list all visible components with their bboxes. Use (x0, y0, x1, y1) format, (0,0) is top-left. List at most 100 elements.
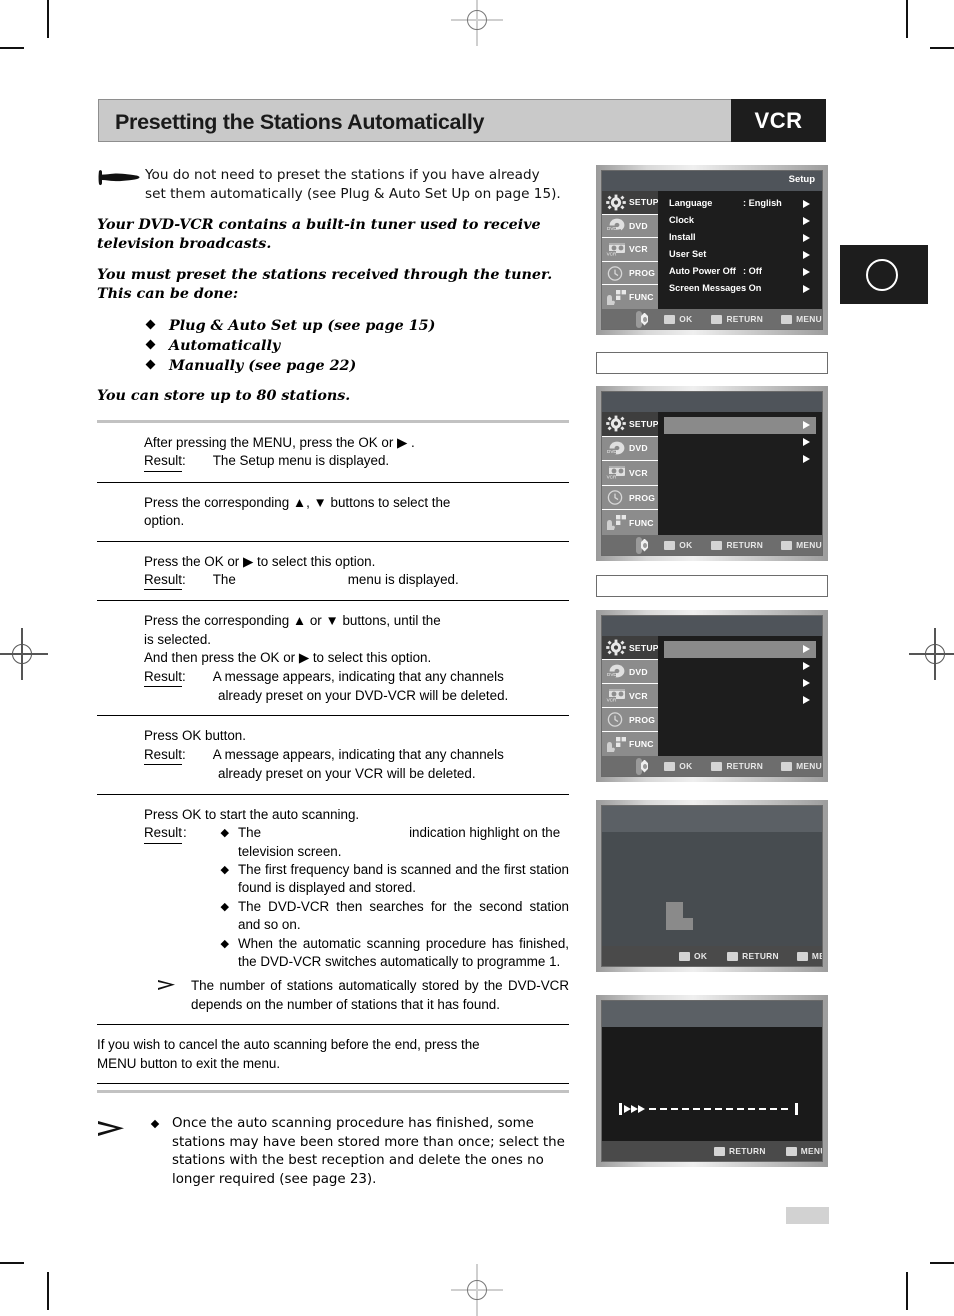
result-bullet: The first frequency band is scanned and … (218, 861, 569, 898)
osd-screen-auto-setup-menu: SETUP DVD DVD VCR VCR PROG FUNC OK RETUR… (596, 610, 828, 782)
sidebar-item-setup[interactable]: SETUP (602, 191, 658, 215)
result-text-post: menu is displayed. (347, 572, 459, 588)
clock-icon (605, 489, 627, 506)
footer-ok-label: OK (694, 951, 708, 961)
footer-ok[interactable]: OK (664, 314, 692, 324)
footer-menu-label: MENU (800, 1146, 822, 1156)
progress-dash (759, 1108, 766, 1111)
result-label: Result (144, 452, 182, 472)
footer-return[interactable]: RETURN (711, 314, 763, 324)
intro-paragraph-1: Your DVD-VCR contains a built-in tuner u… (97, 217, 541, 252)
footer-menu[interactable]: MENU (781, 761, 822, 771)
menu-row-language[interactable]: Language: English (664, 196, 816, 213)
osd-title-bar: Setup (602, 171, 822, 191)
menu-row-blank-4[interactable] (664, 692, 816, 709)
menu-row-blank-1[interactable] (664, 641, 816, 658)
result-label: Result (144, 824, 182, 844)
footer-menu[interactable]: MENU (796, 951, 822, 961)
result-bullet: The indication highlight on the (218, 824, 569, 842)
svg-text:VCR: VCR (607, 697, 617, 702)
redacted-message-block (666, 902, 693, 930)
sidebar-item-setup[interactable]: SETUP (602, 636, 658, 660)
menu-key-icon (781, 540, 793, 550)
footer-return[interactable]: RETURN (711, 761, 763, 771)
vcr-cassette-icon: VCR (605, 241, 627, 258)
progress-dash (660, 1108, 667, 1111)
sidebar-item-prog[interactable]: PROG (602, 486, 658, 511)
footer-ok-label: OK (679, 314, 693, 324)
menu-row-blank-2[interactable] (664, 658, 816, 675)
sidebar-item-vcr[interactable]: VCR VCR (602, 238, 658, 262)
footer-ok[interactable]: OK (664, 761, 692, 771)
step-line: And then press the OK or ▶ to select thi… (144, 650, 432, 666)
chevron-right-icon (803, 420, 810, 429)
osd-title-bar (602, 806, 822, 832)
osd-menu-body (658, 636, 822, 756)
sidebar-item-dvd[interactable]: DVD DVD (602, 660, 658, 684)
sidebar-item-func[interactable]: FUNC (602, 285, 658, 309)
menu-row-blank-2[interactable] (664, 434, 816, 451)
caption-box-1 (596, 352, 828, 374)
footer-return[interactable]: RETURN (714, 1146, 766, 1156)
sidebar-item-prog[interactable]: PROG (602, 262, 658, 286)
sidebar-item-label: VCR (629, 244, 648, 255)
menu-row-blank-3[interactable] (664, 451, 816, 468)
scan-progress-bar (619, 1103, 805, 1115)
registration-mark-bottom (451, 1264, 503, 1316)
menu-row-screen-messages[interactable]: Screen Messages: On (664, 281, 816, 298)
osd-progress-body (602, 1027, 822, 1141)
result-bullet: When the automatic scanning procedure ha… (218, 935, 569, 972)
footer-ok[interactable]: OK (679, 951, 707, 961)
sidebar-item-setup[interactable]: SETUP (602, 412, 658, 437)
step-line: If you wish to cancel the auto scanning … (97, 1037, 480, 1053)
progress-dash (704, 1108, 711, 1111)
sidebar-item-vcr[interactable]: VCR VCR (602, 684, 658, 708)
page-header: Presetting the Stations Automatically VC… (98, 99, 826, 142)
chevron-right-icon (803, 437, 810, 446)
step-row-1: After pressing the MENU, press the OK or… (97, 423, 569, 483)
osd-title-label: Setup (788, 174, 815, 185)
dvd-disc-icon: DVD (605, 217, 627, 234)
step-row-5: Press OK button. Result: A message appear… (97, 716, 569, 795)
menu-row-clock[interactable]: Clock (664, 213, 816, 230)
menu-row-blank-1[interactable] (664, 417, 816, 434)
menu-row-user-set[interactable]: User Set (664, 247, 816, 264)
osd-screen-scanning-progress: RETURN MENU (596, 995, 828, 1167)
chevron-right-icon (803, 233, 810, 242)
menu-row-install[interactable]: Install (664, 230, 816, 247)
menu-row-blank-3[interactable] (664, 675, 816, 692)
sidebar-item-prog[interactable]: PROG (602, 708, 658, 732)
step-result-block: Result: The indication highlight on the t… (144, 824, 569, 971)
registration-mark-right (909, 628, 954, 680)
menu-row-label: Screen Messages (669, 283, 747, 293)
sidebar-item-dvd[interactable]: DVD DVD (602, 437, 658, 462)
sidebar-item-label: PROG (629, 268, 656, 279)
sidebar-item-vcr[interactable]: VCR VCR (602, 461, 658, 486)
sidebar-item-dvd[interactable]: DVD DVD (602, 215, 658, 239)
dvd-disc-icon: DVD (605, 663, 627, 680)
vcr-cassette-icon: VCR (605, 464, 627, 481)
crop-mark-bottom-left-h (0, 1262, 24, 1264)
sidebar-item-func[interactable]: FUNC (602, 732, 658, 756)
intro-bullet-label: Plug & Auto Set up (see page 15) (169, 318, 436, 334)
footer-menu[interactable]: MENU (781, 540, 822, 550)
footer-ok[interactable]: OK (664, 540, 692, 550)
footer-menu[interactable]: MENU (781, 314, 822, 324)
ok-key-icon (679, 951, 690, 961)
footer-return[interactable]: RETURN (727, 951, 779, 961)
footer-menu[interactable]: MENU (785, 1146, 822, 1156)
page-title: Presetting the Stations Automatically (115, 110, 485, 134)
footer-return[interactable]: RETURN (711, 540, 763, 550)
footer-return-label: RETURN (726, 761, 764, 771)
menu-row-auto-power-off[interactable]: Auto Power Off: Off (664, 264, 816, 281)
osd-message-body (602, 832, 822, 946)
diamond-bullet-icon (220, 865, 229, 874)
chevron-right-icon (803, 695, 810, 704)
osd-menu-body (658, 412, 822, 535)
sidebar-item-func[interactable]: FUNC (602, 510, 658, 535)
page-number-box (786, 1207, 829, 1224)
diamond-bullet-icon (220, 828, 229, 837)
chevron-right-icon (803, 199, 810, 208)
step-row-6: Press OK to start the auto scanning. Res… (97, 795, 569, 1026)
step-result-line: Result: A message appears, indicating tha… (144, 746, 569, 766)
